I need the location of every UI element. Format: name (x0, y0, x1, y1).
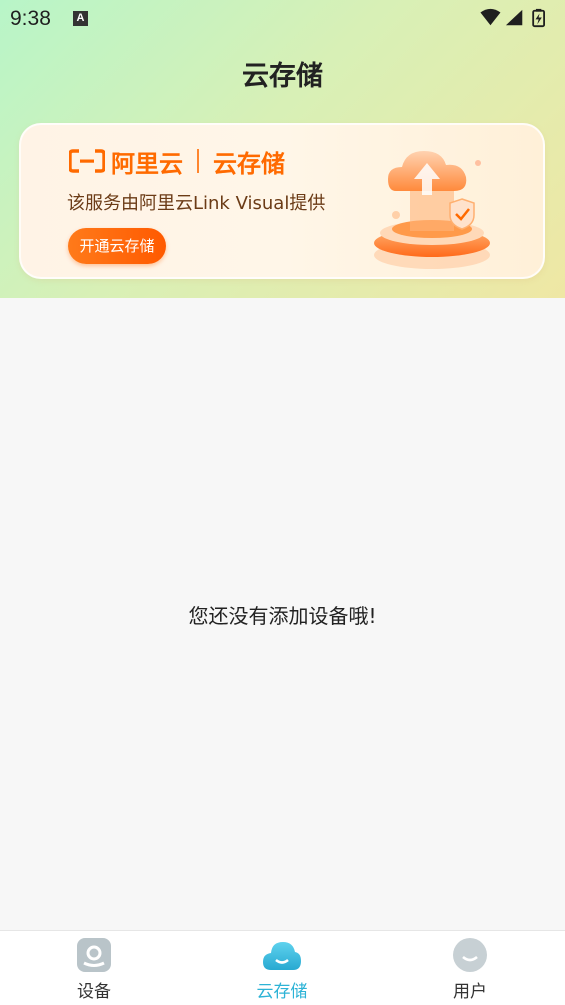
wifi-icon (480, 8, 501, 26)
user-icon (453, 938, 487, 972)
notification-a-icon: A (73, 11, 88, 26)
status-bar: 9:38 A (0, 0, 565, 36)
device-icon (77, 938, 111, 972)
system-status-icons (480, 8, 545, 28)
brand-name: 阿里云 (111, 149, 183, 178)
tab-label: 用户 (453, 982, 487, 1002)
brand-row: 阿里云 云存储 (69, 145, 285, 178)
tab-cloud-storage[interactable]: 云存储 (222, 931, 342, 1005)
tab-label: 云存储 (256, 982, 308, 1002)
empty-state-message: 您还没有添加设备哦! (188, 604, 377, 628)
page-title: 云存储 (242, 61, 323, 92)
battery-icon (532, 8, 545, 28)
cloud-icon (263, 942, 301, 970)
cloud-storage-banner[interactable]: 阿里云 云存储 该服务由阿里云Link Visual提供 开通云存储 (19, 123, 545, 279)
banner-description: 该服务由阿里云Link Visual提供 (67, 193, 326, 214)
tab-user[interactable]: 用户 (410, 931, 530, 1005)
cloud-upload-illustration-icon (374, 151, 490, 269)
tab-label: 设备 (77, 982, 111, 1002)
tab-devices[interactable]: 设备 (34, 931, 154, 1005)
bottom-tab-bar: 设备 云存储 用户 (0, 930, 565, 1005)
signal-icon (505, 9, 523, 26)
service-name: 云存储 (213, 149, 285, 178)
aliyun-logo-icon (69, 149, 105, 173)
brand-divider (197, 149, 199, 173)
status-time: 9:38 (10, 7, 51, 30)
open-cloud-storage-button[interactable]: 开通云存储 (68, 228, 166, 264)
